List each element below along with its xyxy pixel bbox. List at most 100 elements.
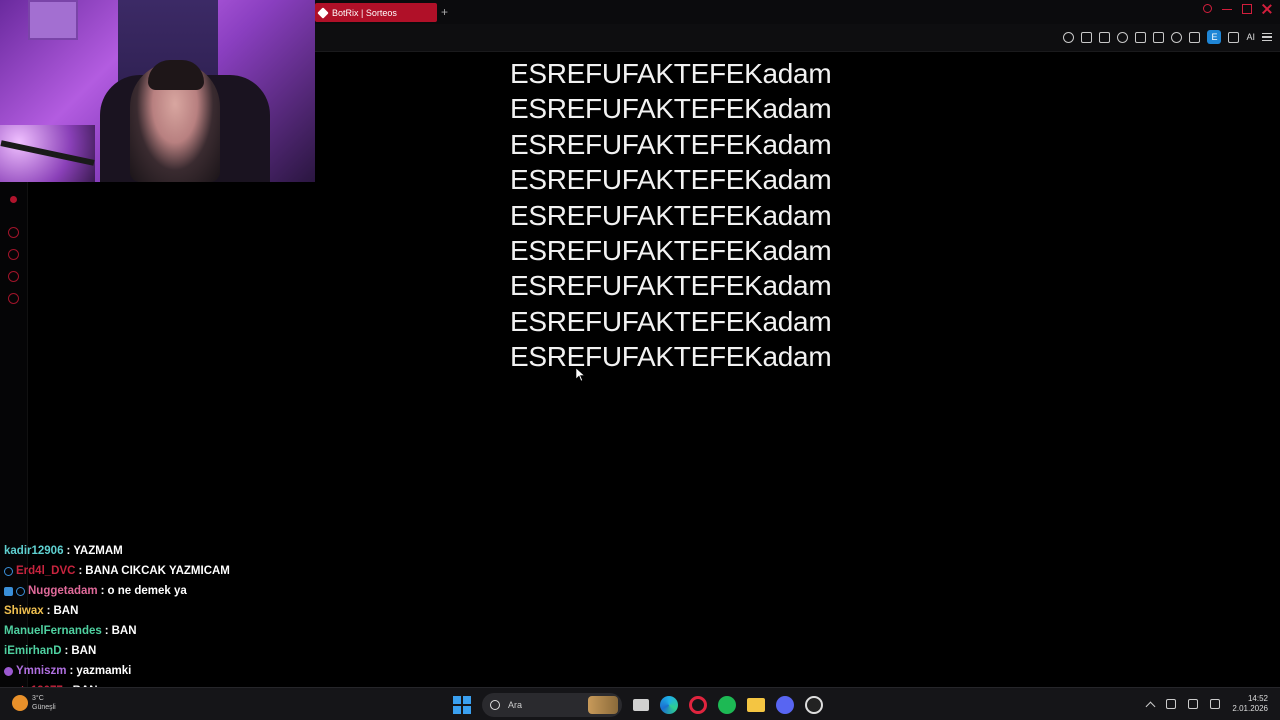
weather-sun-icon [12,695,28,711]
mouse-cursor-icon [576,368,585,382]
weather-desc: Güneşli [32,704,56,711]
weather-temp: 3°C [32,695,44,702]
chat-separator: : [64,645,69,657]
volume-icon[interactable] [1210,699,1221,709]
chat-separator: : [69,665,74,677]
microphone-icon[interactable] [1166,699,1177,709]
task-view-icon[interactable] [633,699,649,711]
chat-badge-icon [4,666,13,676]
sidebar-extensions-icon[interactable] [8,271,19,282]
chat-username: kadir12906 [4,545,64,557]
search-icon [490,700,500,710]
toolbar-icons: E AI [1063,30,1272,44]
maximize-icon[interactable] [1242,4,1252,14]
clock-date: 2.01.2026 [1232,704,1268,713]
chat-text: YAZMAM [73,545,123,557]
repeated-text-list: ESREFUFAKTEFEKadam ESREFUFAKTEFEKadam ES… [510,56,832,375]
clock[interactable]: 14:52 2.01.2026 [1232,694,1268,714]
browser-toolbar: E AI [315,24,1280,52]
taskbar-apps: Ara [453,693,823,717]
chat-text: BAN [53,605,79,617]
chat-text: yazmamki [76,665,132,677]
search-placeholder: Ara [508,700,523,710]
tab-search-icon[interactable] [1203,4,1212,13]
chat-text: BAN [111,625,137,637]
download-icon[interactable] [1228,31,1240,43]
chat-separator: : [100,585,105,597]
ai-button[interactable]: AI [1246,32,1255,42]
chat-badge-icon [16,586,25,596]
extension-e-icon[interactable]: E [1207,30,1222,44]
obs-icon[interactable] [805,696,823,714]
text-line: ESREFUFAKTEFEKadam [510,305,832,337]
chat-message: Nuggetadam : o ne demek ya [4,581,304,601]
edge-icon[interactable] [660,696,678,714]
tab-botrix-sorteos[interactable]: BotRix | Sorteos [315,3,437,22]
minimize-icon[interactable] [1222,4,1232,10]
taskbar-search[interactable]: Ara [482,693,622,717]
text-line: ESREFUFAKTEFEKadam [510,58,832,89]
start-button[interactable] [453,696,471,714]
text-line: ESREFUFAKTEFEKadam [510,93,832,125]
chat-separator: : [46,605,51,617]
chat-message: ManuelFernandes : BAN [4,621,304,641]
chat-separator: : [66,545,71,557]
text-line: ESREFUFAKTEFEKadam [510,164,832,196]
extensions-icon[interactable] [1189,31,1201,43]
tray-overflow-icon[interactable] [1145,701,1156,711]
windows-logo-icon [453,705,462,714]
windows-logo-icon [453,696,462,705]
tab-title: BotRix | Sorteos [332,7,397,18]
chat-message: kadir12906 : YAZMAM [4,541,304,561]
webcam-overlay [0,0,315,182]
stream-chat: kadir12906 : YAZMAM Erd4l_DVC : BANA CIK… [4,541,304,701]
windows-logo-icon [462,705,471,714]
snapshot-icon[interactable] [1099,31,1111,43]
botrix-favicon-icon [317,6,329,19]
text-line: ESREFUFAKTEFEKadam [510,128,832,160]
translate-icon[interactable] [1135,31,1147,43]
sidebar-notification-icon[interactable] [10,196,17,203]
heart-icon[interactable] [1171,31,1183,43]
chat-separator: : [78,565,83,577]
close-icon[interactable] [1262,4,1272,14]
chat-separator: : [104,625,109,637]
windows-logo-icon [462,696,471,705]
page-content: ESREFUFAKTEFEKadam ESREFUFAKTEFEKadam ES… [315,52,1280,687]
windows-taskbar: 3°C Güneşli Ara 14:52 2.01.2026 [0,687,1280,720]
text-line: ESREFUFAKTEFEKadam [510,270,832,302]
chat-message: Ymniszm : yazmamki [4,661,304,681]
clock-time: 14:52 [1247,694,1268,703]
play-icon[interactable] [1153,31,1165,43]
text-line: ESREFUFAKTEFEKadam [510,199,832,231]
zoom-icon[interactable] [1063,31,1075,43]
weather-text: 3°C Güneşli [32,694,56,712]
spotify-icon[interactable] [718,696,736,714]
new-tab-button[interactable]: + [441,4,448,20]
opera-gx-icon[interactable] [689,696,707,714]
chat-username: Shiwax [4,605,44,617]
chat-badge-icon [4,566,13,576]
text-line: ESREFUFAKTEFEKadam [510,341,832,373]
bookmark-pin-icon[interactable] [1081,31,1093,43]
system-tray: 14:52 2.01.2026 [1145,694,1268,714]
chat-username: Nuggetadam [28,585,98,597]
discord-icon[interactable] [776,696,794,714]
text-line: ESREFUFAKTEFEKadam [510,234,832,266]
chat-message: iEmirhanD : BAN [4,641,304,661]
chat-message: Erd4l_DVC : BANA CIKCAK YAZMICAM [4,561,304,581]
chat-username: iEmirhanD [4,645,62,657]
sidebar-add-icon[interactable] [8,227,19,238]
webcam-streamer-hair [148,60,204,90]
chat-text: BANA CIKCAK YAZMICAM [85,565,230,577]
network-icon[interactable] [1188,699,1199,709]
vpn-shield-icon[interactable] [1117,31,1129,43]
chat-message: Shiwax : BAN [4,601,304,621]
menu-icon[interactable] [1262,33,1272,41]
weather-widget[interactable]: 3°C Güneşli [12,694,56,712]
sidebar-settings-icon[interactable] [8,293,19,304]
chat-username: ManuelFernandes [4,625,102,637]
file-explorer-icon[interactable] [747,698,765,712]
sidebar-history-icon[interactable] [8,249,19,260]
chat-username: Erd4l_DVC [16,565,76,577]
